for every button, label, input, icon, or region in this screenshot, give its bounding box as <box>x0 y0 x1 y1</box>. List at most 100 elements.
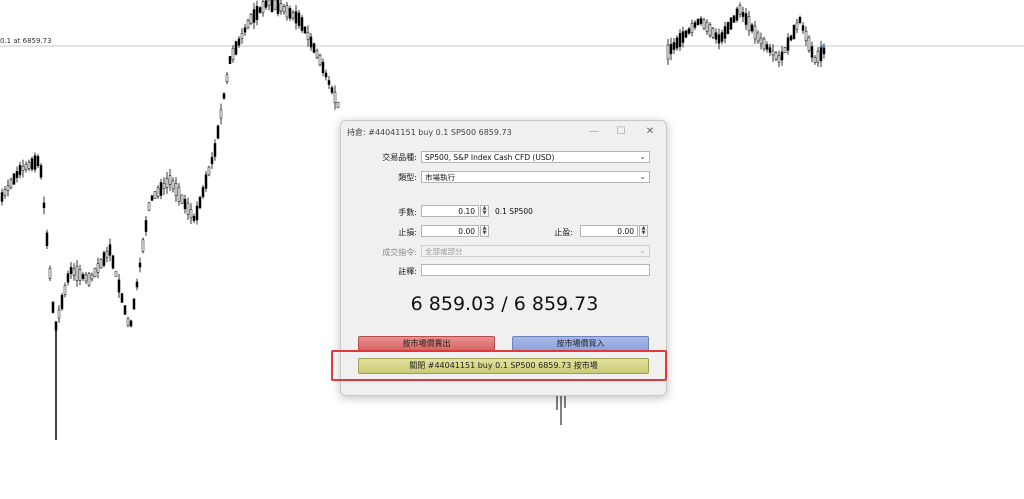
candle-body <box>198 196 202 209</box>
candle-body <box>666 44 670 60</box>
candle-body <box>333 91 337 104</box>
candle-body <box>285 5 289 18</box>
candle-body <box>30 158 34 170</box>
candle-body <box>6 185 10 191</box>
candle-body <box>237 38 241 46</box>
minimize-icon[interactable]: — <box>585 124 603 140</box>
fill-policy-select[interactable]: 全部或部分 ⌄ <box>421 245 650 257</box>
candle-body <box>129 320 133 327</box>
stop-loss-label: 止損: <box>398 228 417 237</box>
candle-body <box>309 36 313 48</box>
candle-body <box>672 42 676 50</box>
candle-body <box>66 273 70 283</box>
candle-body <box>675 37 679 49</box>
candle-body <box>135 281 139 288</box>
comment-label: 註釋: <box>398 267 417 276</box>
candle-body <box>771 50 775 56</box>
candle-body <box>276 0 280 14</box>
candle-body <box>720 32 724 42</box>
maximize-icon[interactable]: ☐ <box>612 124 630 140</box>
candle-body <box>717 34 721 44</box>
candle-body <box>225 74 229 82</box>
candle-body <box>0 192 4 202</box>
candle-body <box>669 43 673 55</box>
candle-body <box>117 279 121 293</box>
candle-body <box>330 87 334 93</box>
candle-body <box>75 266 79 281</box>
candle-body <box>39 165 43 178</box>
close-position-button[interactable]: 關閉 #44041151 buy 0.1 SP500 6859.73 按市場 <box>358 358 649 374</box>
candle-body <box>795 22 799 30</box>
candle-body <box>162 183 166 189</box>
volume-input[interactable]: 0.10 <box>421 205 479 217</box>
candle-body <box>321 61 325 74</box>
candle-body <box>801 25 805 31</box>
candle-body <box>123 305 127 315</box>
type-select[interactable]: 市場執行 ⌄ <box>421 171 650 183</box>
candle-body <box>216 125 220 139</box>
candle-body <box>33 155 37 170</box>
stop-loss-stepper[interactable]: ▲ ▼ <box>480 225 489 237</box>
symbol-label: 交易品種: <box>382 153 417 162</box>
candle-body <box>252 9 256 23</box>
type-label: 類型: <box>398 173 417 182</box>
candle-body <box>132 298 136 310</box>
candle-body <box>711 28 715 38</box>
candle-body <box>264 0 268 8</box>
candle-body <box>228 56 232 64</box>
candle-body <box>105 251 109 258</box>
dialog-titlebar[interactable]: 持倉: #44041151 buy 0.1 SP500 6859.73 — ☐ … <box>341 121 666 143</box>
candle-body <box>291 12 295 19</box>
candle-body <box>744 13 748 25</box>
candle-body <box>324 72 328 78</box>
candle-body <box>288 8 292 19</box>
candle-body <box>144 220 148 232</box>
candle-body <box>192 215 196 221</box>
candle-body <box>42 202 46 208</box>
candle-body <box>36 156 40 166</box>
candle-body <box>723 26 727 39</box>
take-profit-input[interactable]: 0.00 <box>580 225 638 237</box>
candle-body <box>147 202 151 211</box>
symbol-select[interactable]: SP500, S&P Index Cash CFD (USD) ⌄ <box>421 151 650 163</box>
candle-body <box>282 6 286 13</box>
candle-body <box>783 47 787 53</box>
candle-body <box>729 17 733 30</box>
sell-by-market-button[interactable]: 按市場價賣出 <box>358 336 495 351</box>
volume-label: 手數: <box>398 208 417 217</box>
candle-body <box>222 93 226 99</box>
take-profit-stepper[interactable]: ▲ ▼ <box>639 225 648 237</box>
candle-body <box>315 50 319 58</box>
candle-body <box>57 309 61 319</box>
candle-body <box>798 17 802 23</box>
candle-body <box>84 274 88 282</box>
candle-body <box>249 14 253 24</box>
candle-body <box>21 165 25 172</box>
candle-body <box>693 22 697 28</box>
candle-body <box>714 32 718 40</box>
volume-stepper[interactable]: ▲ ▼ <box>480 205 489 217</box>
candle-body <box>255 6 259 20</box>
candle-body <box>738 5 742 15</box>
candle-body <box>183 198 187 210</box>
candle-body <box>213 143 217 157</box>
close-icon[interactable]: ✕ <box>641 124 659 140</box>
dialog-title: 持倉: #44041151 buy 0.1 SP500 6859.73 <box>347 128 512 137</box>
comment-field[interactable] <box>421 264 650 276</box>
candle-body <box>753 25 757 40</box>
buy-by-market-button[interactable]: 按市場價買入 <box>512 336 649 351</box>
candle-body <box>747 16 751 31</box>
take-profit-label: 止盈: <box>554 228 573 237</box>
stop-loss-input[interactable]: 0.00 <box>421 225 479 237</box>
candle-body <box>807 37 811 51</box>
candle-body <box>690 23 694 33</box>
crosshair-icon: + <box>819 43 827 53</box>
candle-body <box>687 28 691 34</box>
candle-body <box>159 182 163 196</box>
candle-body <box>72 268 76 276</box>
candle-body <box>759 37 763 45</box>
candle-body <box>297 12 301 26</box>
chevron-down-icon: ⌄ <box>639 246 646 255</box>
candle-body <box>258 7 262 13</box>
candle-body <box>207 166 211 176</box>
